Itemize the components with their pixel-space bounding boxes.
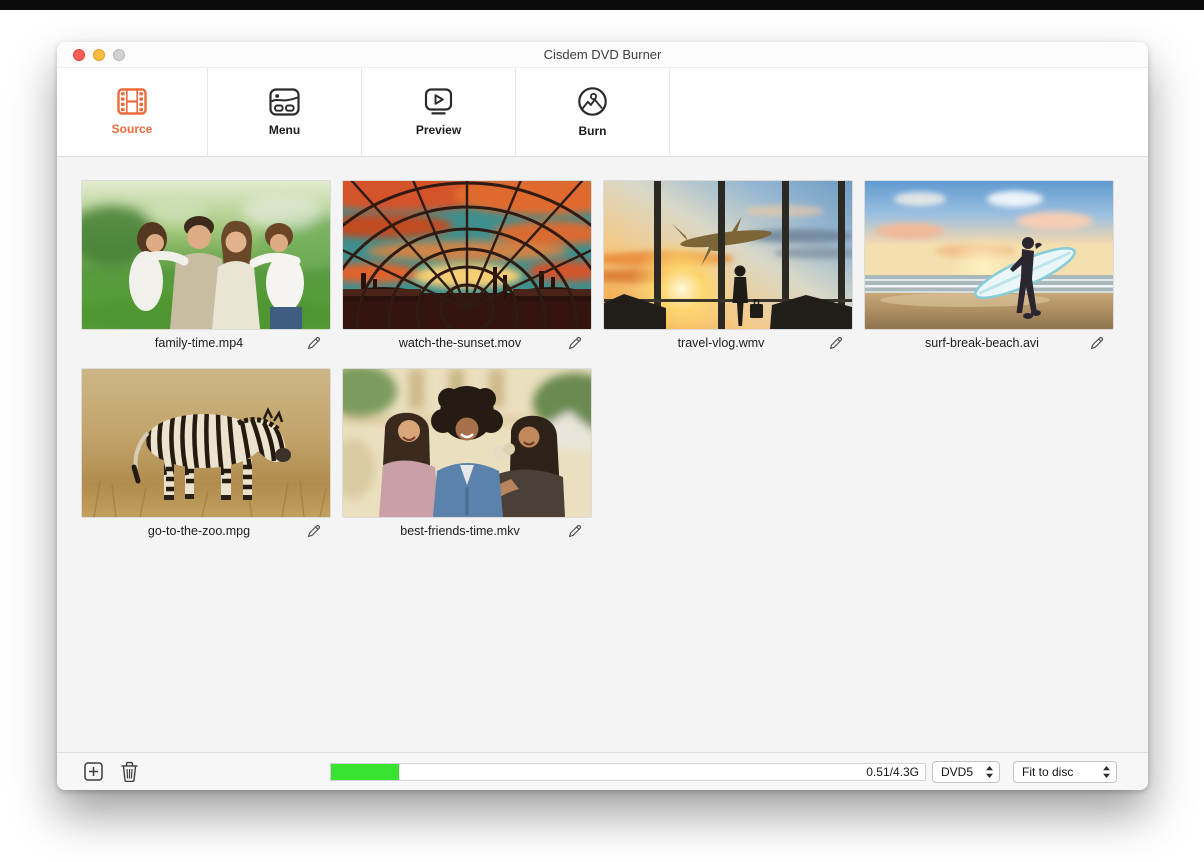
disc-type-select[interactable]: DVD5 [932,761,1000,783]
add-file-button[interactable] [84,762,103,781]
capacity-label: 0.51/4.3G [866,764,919,781]
status-bar: 0.51/4.3G DVD5 Fit to disc [57,752,1148,790]
video-thumbnail-travel[interactable] [604,181,852,329]
window-title: Cisdem DVD Burner [57,47,1148,62]
file-name: family-time.mp4 [155,336,257,350]
tab-source[interactable]: Source [57,68,208,156]
tab-source-label: Source [112,122,153,136]
rename-pencil-icon[interactable] [828,335,844,351]
video-item: surf-break-beach.avi [865,181,1113,356]
stepper-arrows-icon [1102,765,1111,779]
toolbar: Source Menu Pr [57,68,1148,157]
file-name: surf-break-beach.avi [925,336,1053,350]
rename-pencil-icon[interactable] [1089,335,1105,351]
file-name: best-friends-time.mkv [400,524,533,538]
video-item: best-friends-time.mkv [343,369,591,544]
tab-burn[interactable]: Burn [516,68,670,156]
toolbar-spacer [670,68,1148,156]
filmstrip-icon [117,88,147,115]
file-name: watch-the-sunset.mov [399,336,535,350]
video-thumbnail-friends[interactable] [343,369,591,517]
app-window: Cisdem DVD Burner [57,42,1148,790]
stepper-arrows-icon [985,765,994,779]
video-item: watch-the-sunset.mov [343,181,591,356]
rename-pencil-icon[interactable] [567,335,583,351]
progress-fill [331,764,399,780]
delete-file-button[interactable] [120,761,139,782]
file-name: go-to-the-zoo.mpg [148,524,264,538]
tab-preview-label: Preview [416,123,461,137]
play-preview-icon [423,88,454,116]
video-thumbnail-family[interactable] [82,181,330,329]
video-item: family-time.mp4 [82,181,330,356]
video-item: go-to-the-zoo.mpg [82,369,330,544]
fit-mode-value: Fit to disc [1022,765,1096,779]
burn-disc-icon [577,86,608,117]
screen-top-bar [0,0,1204,10]
fit-mode-select[interactable]: Fit to disc [1013,761,1117,783]
rename-pencil-icon[interactable] [306,335,322,351]
video-item: travel-vlog.wmv [604,181,852,356]
rename-pencil-icon[interactable] [306,523,322,539]
title-bar: Cisdem DVD Burner [57,42,1148,68]
video-thumbnail-sunset[interactable] [343,181,591,329]
tab-burn-label: Burn [579,124,607,138]
video-thumbnail-zebra[interactable] [82,369,330,517]
tab-menu[interactable]: Menu [208,68,362,156]
rename-pencil-icon[interactable] [567,523,583,539]
menu-template-icon [269,88,300,116]
tab-menu-label: Menu [269,123,300,137]
file-name: travel-vlog.wmv [678,336,779,350]
tab-preview[interactable]: Preview [362,68,516,156]
video-thumbnail-surf[interactable] [865,181,1113,329]
disc-type-value: DVD5 [941,765,979,779]
source-file-grid: family-time.mp4 [57,157,1148,752]
capacity-progress-bar: 0.51/4.3G [330,763,926,781]
